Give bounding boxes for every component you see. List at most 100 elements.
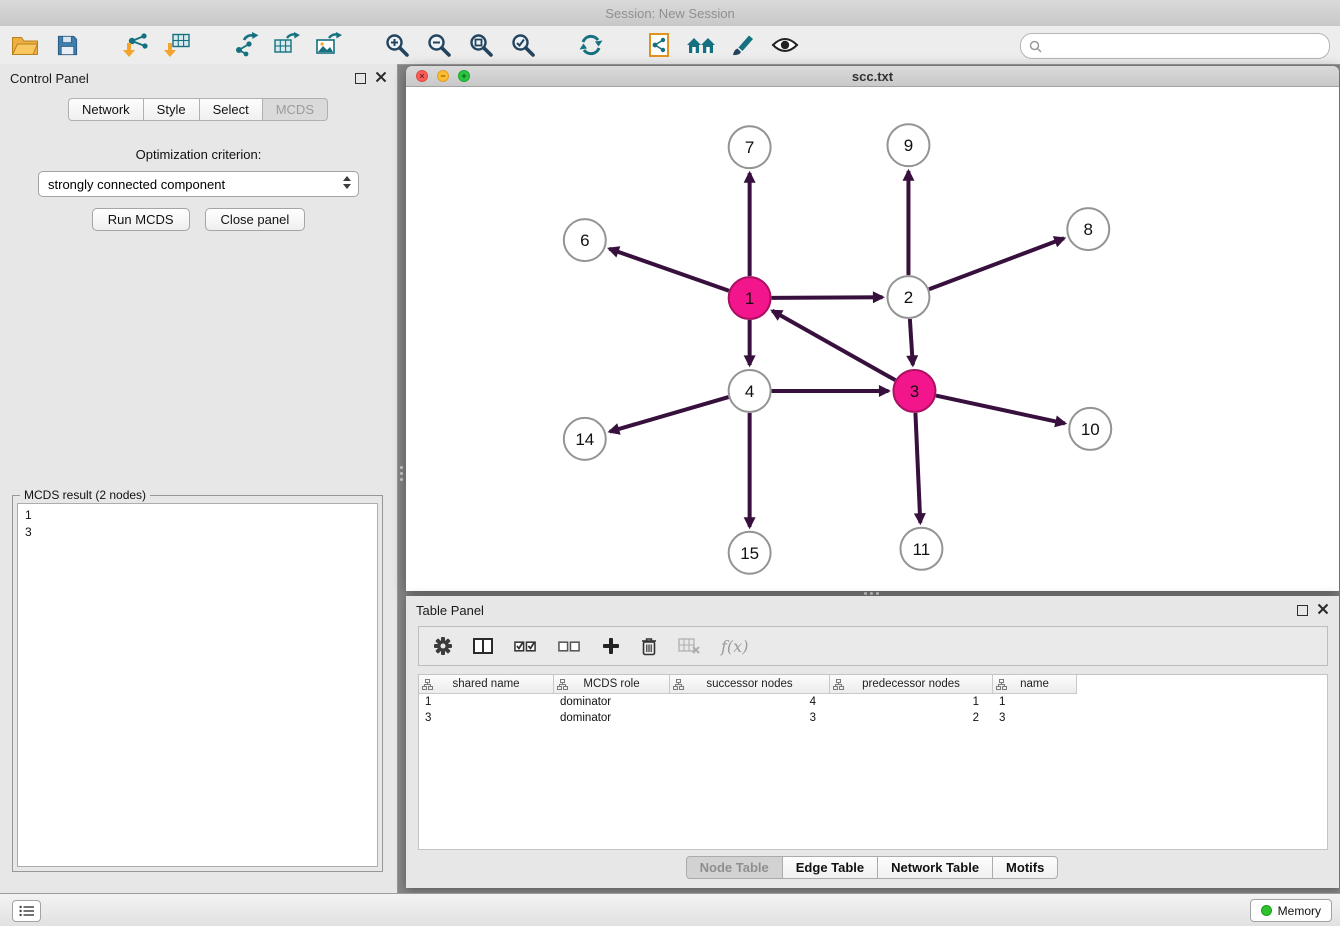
refresh-button[interactable] (574, 29, 608, 61)
node-9[interactable]: 9 (887, 124, 929, 166)
status-menu-button[interactable] (12, 900, 41, 922)
column-type-icon (833, 679, 844, 690)
settings-button[interactable] (434, 637, 452, 655)
edge-1-2[interactable] (772, 297, 883, 298)
tab-style[interactable]: Style (143, 98, 200, 121)
node-8[interactable]: 8 (1067, 208, 1109, 250)
tab-select[interactable]: Select (199, 98, 263, 121)
tab-motifs[interactable]: Motifs (992, 856, 1058, 879)
tab-network[interactable]: Network (68, 98, 144, 121)
node-6[interactable]: 6 (564, 219, 606, 261)
table-body: 1dominator4113dominator323 (419, 694, 1327, 726)
mcds-result-line: 1 (25, 507, 370, 524)
close-panel-icon[interactable] (375, 71, 387, 83)
select-all-button[interactable] (514, 639, 537, 653)
column-header-successor-nodes[interactable]: successor nodes (670, 675, 830, 694)
clipboard-network-button[interactable] (642, 29, 676, 61)
column-header-MCDS-role[interactable]: MCDS role (554, 675, 670, 694)
minimize-window-icon[interactable]: − (437, 70, 449, 82)
traffic-lights: ×−+ (416, 70, 470, 82)
import-table-button[interactable] (160, 29, 194, 61)
search-input[interactable] (1047, 38, 1321, 54)
zoom-in-button[interactable] (380, 29, 414, 61)
table-tabs: Node TableEdge TableNetwork TableMotifs (406, 856, 1339, 879)
edge-3-11[interactable] (915, 413, 920, 523)
add-row-button[interactable] (602, 637, 620, 655)
network-window-titlebar[interactable]: ×−+ scc.txt (406, 66, 1339, 87)
network-graph[interactable]: 1 2 3 4 6 7 8 9 10 11 14 15 (406, 87, 1339, 591)
node-2[interactable]: 2 (887, 276, 929, 318)
paintbrush-button[interactable] (726, 29, 760, 61)
tab-network-table[interactable]: Network Table (877, 856, 993, 879)
search-box[interactable] (1020, 33, 1330, 59)
tab-node-table[interactable]: Node Table (686, 856, 783, 879)
edge-2-8[interactable] (929, 238, 1064, 289)
column-header-predecessor-nodes[interactable]: predecessor nodes (830, 675, 993, 694)
table-cell: 3 (670, 710, 830, 726)
node-3[interactable]: 3 (893, 370, 935, 412)
export-image-icon (315, 32, 343, 58)
vertical-splitter-handle[interactable] (398, 460, 405, 486)
import-network-button[interactable] (118, 29, 152, 61)
open-folder-button[interactable] (8, 29, 42, 61)
memory-button[interactable]: Memory (1250, 899, 1332, 922)
table-cell: 1 (830, 694, 993, 710)
eye-button[interactable] (768, 29, 802, 61)
export-table-button[interactable] (270, 29, 304, 61)
import-network-icon (121, 32, 149, 58)
columns-button[interactable] (473, 638, 493, 654)
edge-3-1[interactable] (772, 311, 895, 380)
network-canvas[interactable]: 1 2 3 4 6 7 8 9 10 11 14 15 (406, 87, 1339, 591)
node-1[interactable]: 1 (729, 277, 771, 319)
window-titlebar: Session: New Session (0, 0, 1340, 27)
settings-icon (434, 637, 452, 655)
save-button[interactable] (50, 29, 84, 61)
zoom-out-button[interactable] (422, 29, 456, 61)
node-11[interactable]: 11 (900, 528, 942, 570)
control-panel-title: Control Panel (10, 71, 89, 86)
delete-row-button[interactable] (641, 637, 657, 656)
float-panel-icon[interactable] (355, 73, 366, 84)
svg-text:14: 14 (575, 430, 594, 449)
table-row[interactable]: 3dominator323 (419, 710, 1327, 726)
node-14[interactable]: 14 (564, 418, 606, 460)
home-pair-button[interactable] (684, 29, 718, 61)
table-cell: 3 (419, 710, 554, 726)
add-row-icon (602, 637, 620, 655)
close-window-icon[interactable]: × (416, 70, 428, 82)
select-all-icon (514, 639, 537, 653)
close-panel-button[interactable]: Close panel (205, 208, 306, 231)
table-row[interactable]: 1dominator411 (419, 694, 1327, 710)
tab-edge-table[interactable]: Edge Table (782, 856, 878, 879)
edge-1-6[interactable] (609, 249, 729, 291)
optimization-criterion-select[interactable]: strongly connected component (38, 171, 359, 197)
column-header-shared-name[interactable]: shared name (419, 675, 554, 694)
zoom-fit-button[interactable] (464, 29, 498, 61)
node-10[interactable]: 10 (1069, 408, 1111, 450)
edge-2-3[interactable] (910, 319, 913, 365)
column-type-icon (557, 679, 568, 690)
export-image-button[interactable] (312, 29, 346, 61)
optimization-criterion-label: Optimization criterion: (0, 147, 397, 162)
close-table-panel-icon[interactable] (1317, 603, 1329, 615)
open-folder-icon (11, 33, 39, 57)
tab-mcds[interactable]: MCDS (262, 98, 328, 121)
node-4[interactable]: 4 (729, 370, 771, 412)
zoom-selected-button[interactable] (506, 29, 540, 61)
column-header-name[interactable]: name (993, 675, 1077, 694)
function-builder-button[interactable]: f(x) (721, 637, 748, 656)
import-table-icon (163, 32, 191, 58)
mcds-result-list: 13 (17, 503, 378, 867)
deselect-all-button[interactable] (558, 639, 581, 653)
node-15[interactable]: 15 (729, 532, 771, 574)
mcds-result-group: MCDS result (2 nodes) 13 (12, 495, 383, 872)
svg-text:6: 6 (580, 231, 589, 250)
clipboard-network-icon (647, 32, 671, 58)
float-table-panel-icon[interactable] (1297, 605, 1308, 616)
run-mcds-button[interactable]: Run MCDS (92, 208, 190, 231)
edge-3-10[interactable] (936, 396, 1065, 424)
node-7[interactable]: 7 (729, 126, 771, 168)
export-network-button[interactable] (228, 29, 262, 61)
zoom-window-icon[interactable]: + (458, 70, 470, 82)
edge-4-14[interactable] (610, 397, 729, 432)
